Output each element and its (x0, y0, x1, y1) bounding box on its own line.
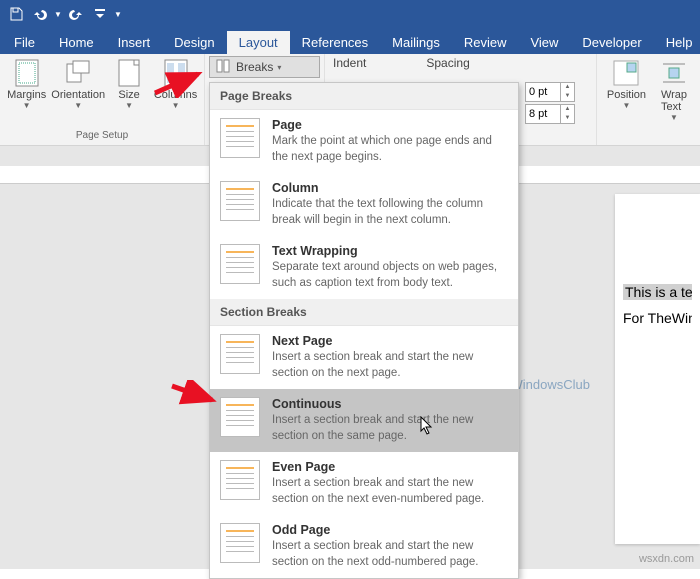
qat-more[interactable]: ▼ (112, 2, 124, 26)
even-page-icon (220, 460, 260, 500)
indent-label: Indent (333, 56, 366, 74)
even-page-desc: Insert a section break and start the new… (272, 476, 508, 507)
page-break-desc: Mark the point at which one page ends an… (272, 134, 508, 165)
orientation-button[interactable]: Orientation ▼ (49, 56, 107, 128)
tab-mailings[interactable]: Mailings (380, 31, 452, 54)
spin-up[interactable]: ▲ (561, 105, 574, 114)
ribbon-tabs: File Home Insert Design Layout Reference… (0, 28, 700, 54)
tab-references[interactable]: References (290, 31, 380, 54)
tab-view[interactable]: View (518, 31, 570, 54)
tab-home[interactable]: Home (47, 31, 106, 54)
text-wrap-icon (220, 244, 260, 284)
tab-design[interactable]: Design (162, 31, 226, 54)
doc-line-2: For TheWin (623, 310, 692, 326)
orientation-icon (64, 59, 92, 87)
document-page[interactable]: This is a tes For TheWin (615, 194, 700, 544)
title-bar: ▼ ▼ (0, 0, 700, 28)
odd-page-icon (220, 523, 260, 563)
next-page-title: Next Page (272, 334, 508, 348)
size-label: Size (118, 89, 139, 101)
tab-help[interactable]: Help (654, 31, 700, 54)
chevron-down-icon: ▼ (622, 101, 630, 110)
continuous-icon (220, 397, 260, 437)
page-setup-group-label: Page Setup (4, 128, 200, 145)
next-page-section-item[interactable]: Next Page Insert a section break and sta… (210, 326, 518, 389)
spacing-label: Spacing (426, 56, 469, 74)
chevron-down-icon: ▼ (670, 113, 678, 122)
margins-button[interactable]: Margins ▼ (4, 56, 49, 128)
odd-page-desc: Insert a section break and start the new… (272, 539, 508, 570)
continuous-title: Continuous (272, 397, 508, 411)
spacing-after-field[interactable] (526, 108, 560, 120)
next-page-icon (220, 334, 260, 374)
undo-button[interactable] (28, 2, 52, 26)
margins-label: Margins (7, 89, 46, 101)
spin-down[interactable]: ▼ (561, 114, 574, 123)
spin-up[interactable]: ▲ (561, 83, 574, 92)
position-label: Position (607, 89, 646, 101)
size-icon (115, 59, 143, 87)
breaks-label: Breaks (236, 60, 273, 74)
text-wrap-title: Text Wrapping (272, 244, 508, 258)
spin-down[interactable]: ▼ (561, 92, 574, 101)
column-break-icon (220, 181, 260, 221)
column-break-title: Column (272, 181, 508, 195)
orientation-label: Orientation (51, 89, 105, 101)
tab-developer[interactable]: Developer (570, 31, 653, 54)
column-break-item[interactable]: Column Indicate that the text following … (210, 173, 518, 236)
text-wrapping-break-item[interactable]: Text Wrapping Separate text around objec… (210, 236, 518, 299)
odd-page-title: Odd Page (272, 523, 508, 537)
section-breaks-header: Section Breaks (210, 299, 518, 326)
breaks-icon (216, 59, 232, 75)
spacing-before-field[interactable] (526, 86, 560, 98)
page-break-icon (220, 118, 260, 158)
redo-button[interactable] (64, 2, 88, 26)
undo-dropdown[interactable]: ▼ (52, 2, 64, 26)
spacing-after-input[interactable]: ▲▼ (525, 104, 575, 124)
page-break-title: Page (272, 118, 508, 132)
breaks-dropdown: Page Breaks Page Mark the point at which… (209, 82, 519, 579)
wrap-text-label: WrapText (661, 89, 687, 113)
chevron-down-icon: ▼ (125, 101, 133, 110)
even-page-title: Even Page (272, 460, 508, 474)
wrap-text-icon (660, 59, 688, 87)
next-page-desc: Insert a section break and start the new… (272, 350, 508, 381)
position-icon (612, 59, 640, 87)
breaks-button[interactable]: Breaks ▾ (209, 56, 320, 78)
page-break-item[interactable]: Page Mark the point at which one page en… (210, 110, 518, 173)
customize-qat-button[interactable] (88, 2, 112, 26)
source-label: wsxdn.com (639, 553, 694, 565)
size-button[interactable]: Size ▼ (107, 56, 151, 128)
doc-line-1: This is a tes (623, 284, 692, 300)
column-break-desc: Indicate that the text following the col… (272, 197, 508, 228)
annotation-arrow-1 (150, 68, 210, 98)
chevron-down-icon: ▾ (277, 63, 281, 72)
page-breaks-header: Page Breaks (210, 83, 518, 110)
chevron-down-icon: ▼ (172, 101, 180, 110)
position-button[interactable]: Position ▼ (601, 56, 652, 145)
text-wrap-desc: Separate text around objects on web page… (272, 260, 508, 291)
tab-layout[interactable]: Layout (227, 31, 290, 54)
tab-review[interactable]: Review (452, 31, 519, 54)
tab-file[interactable]: File (2, 31, 47, 54)
continuous-section-item[interactable]: Continuous Insert a section break and st… (210, 389, 518, 452)
tab-insert[interactable]: Insert (106, 31, 163, 54)
even-page-section-item[interactable]: Even Page Insert a section break and sta… (210, 452, 518, 515)
wrap-text-button[interactable]: WrapText ▼ (652, 56, 696, 145)
annotation-arrow-2 (168, 380, 220, 410)
chevron-down-icon: ▼ (74, 101, 82, 110)
mouse-cursor (420, 416, 436, 436)
spacing-before-input[interactable]: ▲▼ (525, 82, 575, 102)
save-button[interactable] (4, 2, 28, 26)
continuous-desc: Insert a section break and start the new… (272, 413, 508, 444)
chevron-down-icon: ▼ (23, 101, 31, 110)
margins-icon (13, 59, 41, 87)
